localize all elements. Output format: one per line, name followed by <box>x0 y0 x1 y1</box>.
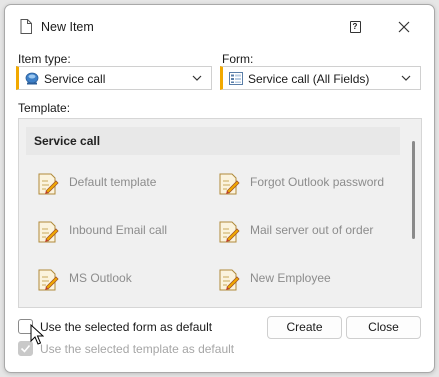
close-window-button[interactable] <box>393 16 415 38</box>
service-call-icon <box>25 72 39 85</box>
chevron-down-icon <box>401 75 411 81</box>
item-type-label: Item type: <box>18 52 71 66</box>
item-type-value: Service call <box>44 72 106 86</box>
form-icon <box>229 72 243 85</box>
template-icon <box>38 221 59 243</box>
window-title: New Item <box>41 20 94 34</box>
document-icon <box>20 19 32 34</box>
mouse-pointer-icon <box>30 324 44 345</box>
help-button[interactable]: ? <box>344 16 366 38</box>
template-item[interactable]: Forgot Outlook password <box>215 171 395 201</box>
template-item-label: MS Outlook <box>69 271 132 285</box>
template-item-label: Mail server out of order <box>250 223 374 237</box>
template-icon <box>219 173 240 195</box>
template-icon <box>219 221 240 243</box>
template-item[interactable]: Mail server out of order <box>215 219 395 249</box>
template-group-title: Service call <box>34 134 101 148</box>
template-label: Template: <box>18 101 71 115</box>
form-dropdown[interactable]: Service call (All Fields) <box>220 66 421 90</box>
template-icon <box>38 269 59 291</box>
template-group-header: Service call <box>26 127 400 155</box>
title-bar: New Item ? <box>5 5 434 49</box>
template-item[interactable]: New Employee <box>215 267 395 297</box>
template-item-label: Forgot Outlook password <box>250 175 385 189</box>
create-button[interactable]: Create <box>267 316 342 339</box>
template-item-label: Default template <box>69 175 157 189</box>
template-item-label: New Employee <box>250 271 331 285</box>
close-button[interactable]: Close <box>346 316 421 339</box>
template-icon <box>219 269 240 291</box>
form-label: Form: <box>222 52 254 66</box>
template-list[interactable]: Service call Default template Forgot Out… <box>18 118 422 308</box>
new-item-dialog: New Item ? Item type: Service call Form: <box>4 4 435 373</box>
vertical-scrollbar[interactable] <box>412 141 415 239</box>
template-item-label: Inbound Email call <box>69 223 168 237</box>
form-value: Service call (All Fields) <box>248 72 370 86</box>
template-icon <box>38 173 59 195</box>
item-type-dropdown[interactable]: Service call <box>16 66 212 90</box>
chevron-down-icon <box>192 75 202 81</box>
help-icon: ? <box>349 21 361 33</box>
form-default-label: Use the selected form as default <box>40 320 213 334</box>
template-item[interactable]: Default template <box>34 171 209 201</box>
close-icon <box>398 21 410 33</box>
template-item[interactable]: Inbound Email call <box>34 219 209 249</box>
template-default-label: Use the selected template as default <box>40 342 235 356</box>
template-item[interactable]: MS Outlook <box>34 267 209 297</box>
